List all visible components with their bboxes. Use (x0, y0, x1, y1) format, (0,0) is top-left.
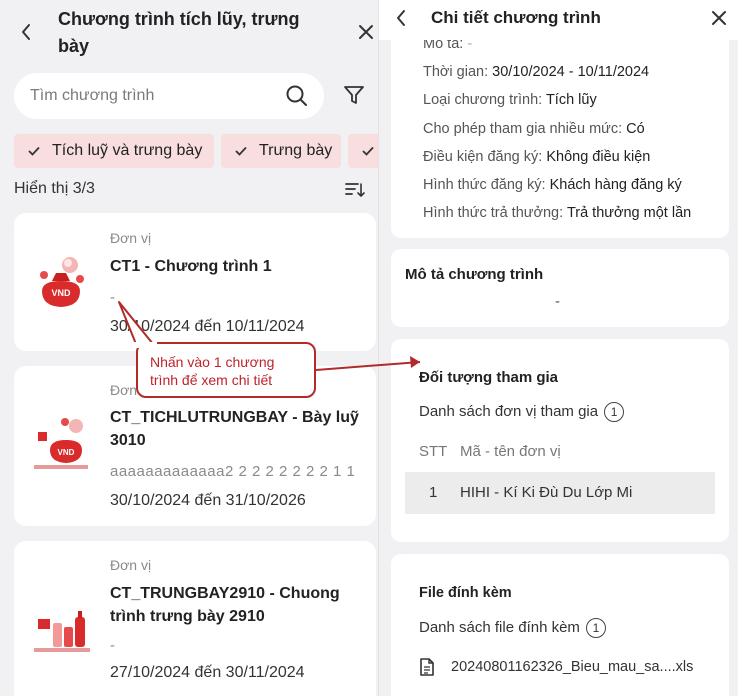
card-date: 30/10/2024 đến 31/10/2026 (110, 492, 306, 509)
attachments-card: File đính kèm Danh sách file đính kèm 1 2… (391, 554, 729, 696)
filter-icon[interactable] (342, 83, 366, 107)
card-description: - (110, 289, 116, 306)
card-description: aaaaaaaaaaaaa2 2 2 2 2 2 2 2 1 1 (110, 463, 356, 480)
chip-label: Trưng bày (259, 142, 333, 159)
participants-list-label[interactable]: Danh sách đơn vị tham gia 1 (419, 402, 625, 422)
page-title: Chương trình tích lũy, trưng bày (58, 9, 300, 56)
list-header: Chương trình tích lũy, trưng bày (0, 0, 378, 66)
search-icon[interactable] (285, 84, 309, 108)
program-detail-panel: Mô tả: - Thời gian: 30/10/2024 - 10/11/2… (378, 0, 738, 696)
chevron-left-icon (22, 24, 30, 40)
card-description: - (110, 637, 116, 654)
section-title: Đối tượng tham gia (419, 369, 559, 386)
count-badge: 1 (585, 618, 606, 638)
chip-label: Tích luỹ và trưng bày (52, 142, 203, 159)
detail-header: Chi tiết chương trình (379, 0, 738, 40)
table-row: 1 HIHI - Kí Ki Đù Du Lớp Mi (405, 472, 715, 514)
sort-icon[interactable] (344, 180, 366, 200)
card-title: CT_TRUNGBAY2910 - Chuong trình trưng bày… (110, 585, 340, 625)
svg-text:VND: VND (51, 288, 71, 298)
filter-chip-display[interactable]: Trưng bày (221, 134, 341, 168)
card-unit-label: Đơn vị (110, 230, 152, 246)
callout-tail (118, 301, 157, 348)
program-card[interactable]: VND Đơn vị CT1 - Chương trình 1 - 30/10/… (14, 213, 376, 351)
result-count: Hiển thị 3/3 (14, 180, 95, 197)
program-description-card: Mô tả chương trình - (391, 249, 729, 327)
table-header-stt: STT (419, 443, 448, 460)
search-input[interactable] (30, 73, 280, 119)
close-icon[interactable] (709, 8, 729, 28)
info-row-condition: Điều kiện đăng ký: Không điều kiện (423, 149, 651, 165)
svg-text:VND: VND (58, 448, 75, 457)
shop-shelf-icon: VND (34, 418, 88, 469)
check-icon (235, 145, 247, 157)
chevron-left-icon[interactable] (391, 8, 411, 28)
callout-line-1: Nhấn vào 1 chương (150, 354, 275, 370)
check-icon (362, 145, 374, 157)
attachment-file[interactable]: 20240801162326_Bieu_mau_sa....xls (419, 658, 693, 676)
file-icon (420, 658, 434, 676)
filter-chip-more[interactable] (348, 134, 378, 168)
card-title: CT1 - Chương trình 1 (110, 258, 272, 275)
file-name: 20240801162326_Bieu_mau_sa....xls (451, 659, 694, 675)
display-products-icon (34, 611, 90, 652)
card-unit-label: Đơn vị (110, 557, 152, 573)
info-row-type: Loại chương trình: Tích lũy (423, 92, 597, 108)
back-button[interactable] (14, 20, 38, 44)
card-date: 27/10/2024 đến 30/11/2024 (110, 664, 305, 681)
row-stt: 1 (429, 484, 438, 501)
callout-line-2: trình để xem chi tiết (150, 372, 273, 388)
coin-bag-icon: VND (40, 257, 84, 307)
table-header-name: Mã - tên đơn vị (460, 443, 561, 460)
info-row-reward: Hình thức trả thưởng: Trả thưởng một lần (423, 205, 692, 221)
info-row-multi-level: Cho phép tham gia nhiều mức: Có (423, 121, 645, 137)
count-badge: 1 (604, 402, 625, 422)
close-button[interactable] (354, 20, 378, 44)
program-info-card: Mô tả: - Thời gian: 30/10/2024 - 10/11/2… (391, 30, 729, 238)
section-title: File đính kèm (419, 585, 512, 601)
check-icon (28, 145, 40, 157)
search-box (14, 73, 324, 119)
filter-chip-accumulate-display[interactable]: Tích luỹ và trưng bày (14, 134, 214, 168)
attachments-list-label[interactable]: Danh sách file đính kèm 1 (419, 618, 606, 638)
row-unit-name: HIHI - Kí Ki Đù Du Lớp Mi (460, 484, 633, 501)
program-card[interactable]: Đơn vị CT_TRUNGBAY2910 - Chuong trình tr… (14, 541, 376, 696)
info-row-registration: Hình thức đăng ký: Khách hàng đăng ký (423, 177, 682, 193)
section-title: Mô tả chương trình (405, 266, 544, 283)
info-row-time: Thời gian: 30/10/2024 - 10/11/2024 (423, 64, 650, 80)
description-value: - (555, 293, 560, 310)
card-title: CT_TICHLUTRUNGBAY - Bày luỹ 3010 (110, 409, 359, 449)
detail-title: Chi tiết chương trình (431, 8, 601, 27)
close-icon (359, 25, 373, 39)
participants-card: Đối tượng tham gia Danh sách đơn vị tham… (391, 339, 729, 542)
annotation-callout: Nhấn vào 1 chương trình để xem chi tiết (136, 342, 316, 398)
